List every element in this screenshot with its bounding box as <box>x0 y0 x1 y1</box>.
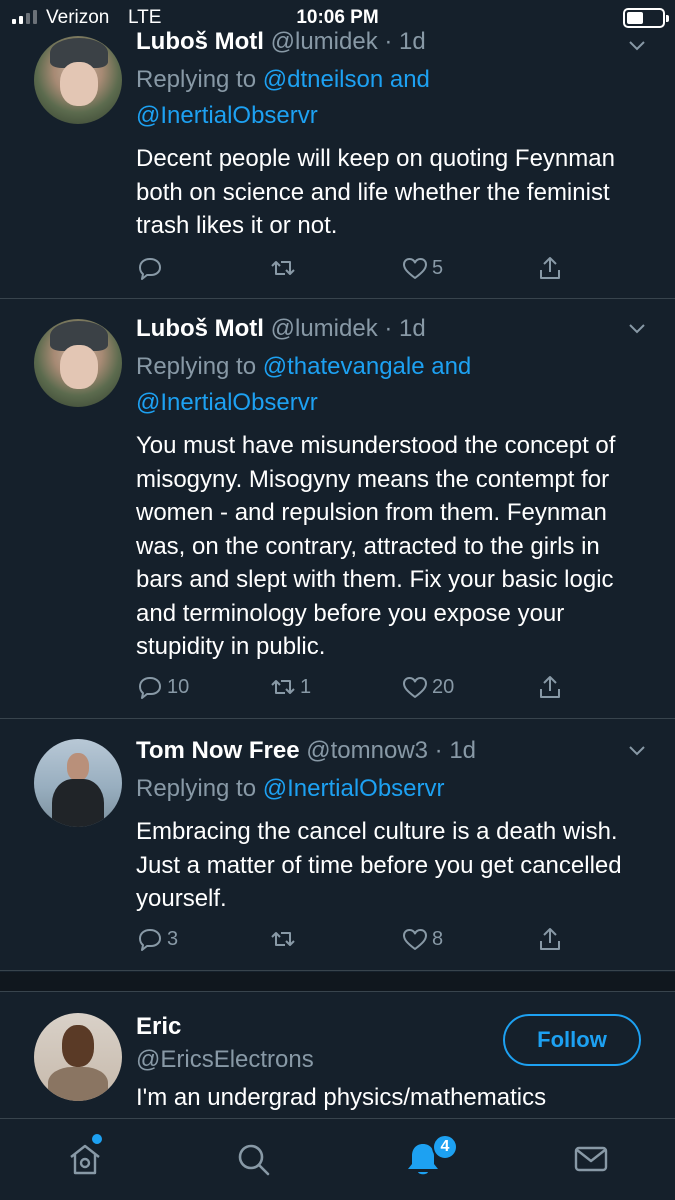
mail-icon <box>574 1146 608 1172</box>
mention-joiner: and <box>383 66 430 93</box>
mention-link[interactable]: @InertialObservr <box>136 389 318 416</box>
share-button[interactable] <box>536 925 564 953</box>
retweet-count: 1 <box>300 675 312 698</box>
replying-to: Replying to @thatevangale and @InertialO… <box>136 349 647 421</box>
tweet-header: Luboš Motl @lumidek · 1d <box>136 313 647 345</box>
author-name[interactable]: Luboš Motl <box>136 315 264 342</box>
tweet-actions: 5 <box>136 254 576 286</box>
follow-button[interactable]: Follow <box>503 1014 641 1066</box>
heart-icon <box>403 929 427 950</box>
mention-link[interactable]: @InertialObservr <box>136 102 318 129</box>
tweet-text: Decent people will keep on quoting Feynm… <box>136 145 615 239</box>
mention-link[interactable]: @thatevangale <box>263 353 425 380</box>
replying-prefix: Replying to <box>136 66 263 93</box>
retweet-icon <box>271 680 295 694</box>
tweet-text: You must have misunderstood the concept … <box>136 432 616 660</box>
retweet-button[interactable]: 1 <box>269 673 311 701</box>
reply-button[interactable]: 10 <box>136 673 189 701</box>
chevron-down-icon[interactable] <box>629 38 645 54</box>
replying-to: Replying to @InertialObservr <box>136 771 647 807</box>
avatar[interactable] <box>34 36 122 124</box>
reply-button[interactable] <box>136 254 167 282</box>
user-name[interactable]: Eric <box>136 1013 181 1040</box>
heart-icon <box>403 677 427 698</box>
separator-dot: · <box>377 28 400 55</box>
like-count: 5 <box>432 256 444 279</box>
chevron-down-icon[interactable] <box>629 743 645 759</box>
share-icon <box>540 928 560 950</box>
heart-icon <box>403 258 427 279</box>
like-count: 20 <box>432 675 455 698</box>
tweet-age: 1d <box>449 737 477 764</box>
section-divider <box>0 972 675 992</box>
retweet-button[interactable] <box>269 925 300 953</box>
like-count: 8 <box>432 927 444 950</box>
reply-count: 10 <box>167 675 190 698</box>
new-content-dot <box>92 1134 102 1144</box>
home-icon <box>70 1144 100 1175</box>
replying-to: Replying to @dtneilson and @InertialObse… <box>136 62 647 134</box>
retweet-button[interactable] <box>269 254 300 282</box>
author-handle: @tomnow3 <box>306 737 428 764</box>
like-button[interactable]: 5 <box>401 254 443 282</box>
author-name[interactable]: Luboš Motl <box>136 28 264 55</box>
share-button[interactable] <box>536 673 564 701</box>
separator-dot: · <box>428 737 450 764</box>
reply-count: 3 <box>167 927 179 950</box>
tweet[interactable]: Luboš Motl @lumidek · 1d Replying to @dt… <box>0 0 675 299</box>
retweet-icon <box>271 932 295 946</box>
notification-badge: 4 <box>432 1134 458 1160</box>
tweet-text: Embracing the cancel culture is a death … <box>136 818 622 912</box>
author-name[interactable]: Tom Now Free <box>136 737 300 764</box>
mention-joiner: and <box>424 353 472 380</box>
mention-link[interactable]: @InertialObservr <box>263 775 445 802</box>
tweet-age: 1d <box>399 28 426 55</box>
mention-link[interactable]: @dtneilson <box>263 66 383 93</box>
author-handle: @lumidek <box>270 28 378 55</box>
avatar[interactable] <box>34 739 122 827</box>
reply-button[interactable]: 3 <box>136 925 178 953</box>
tab-messages[interactable] <box>571 1139 611 1179</box>
like-button[interactable]: 20 <box>401 673 454 701</box>
chevron-down-icon[interactable] <box>629 321 645 337</box>
replying-prefix: Replying to <box>136 353 263 380</box>
replying-prefix: Replying to <box>136 775 263 802</box>
tab-search[interactable] <box>233 1139 273 1179</box>
user-bio: I'm an undergrad physics/mathematics <box>136 1084 547 1111</box>
tweet-age: 1d <box>399 315 426 342</box>
avatar[interactable] <box>34 319 122 407</box>
tweet-actions: 3 8 <box>136 925 576 957</box>
like-button[interactable]: 8 <box>401 925 443 953</box>
tab-home[interactable] <box>65 1139 105 1179</box>
reply-icon <box>139 677 161 699</box>
user-handle: @EricsElectrons <box>136 1046 314 1073</box>
tweet-header: Luboš Motl @lumidek · 1d <box>136 26 647 58</box>
reply-icon <box>139 258 161 280</box>
retweet-icon <box>271 261 295 275</box>
share-icon <box>540 257 560 279</box>
tweet-actions: 10 1 20 <box>136 673 576 705</box>
tweet[interactable]: Tom Now Free @tomnow3 · 1d Replying to @… <box>0 719 675 971</box>
reply-icon <box>139 929 161 951</box>
bottom-tab-bar <box>0 1118 675 1200</box>
search-icon <box>238 1144 270 1176</box>
tweet[interactable]: Luboš Motl @lumidek · 1d Replying to @th… <box>0 299 675 719</box>
avatar[interactable] <box>34 1013 122 1101</box>
separator-dot: · <box>377 315 400 342</box>
tweet-header: Tom Now Free @tomnow3 · 1d <box>136 735 647 767</box>
share-icon <box>540 676 560 698</box>
author-handle: @lumidek <box>270 315 378 342</box>
share-button[interactable] <box>536 254 564 282</box>
